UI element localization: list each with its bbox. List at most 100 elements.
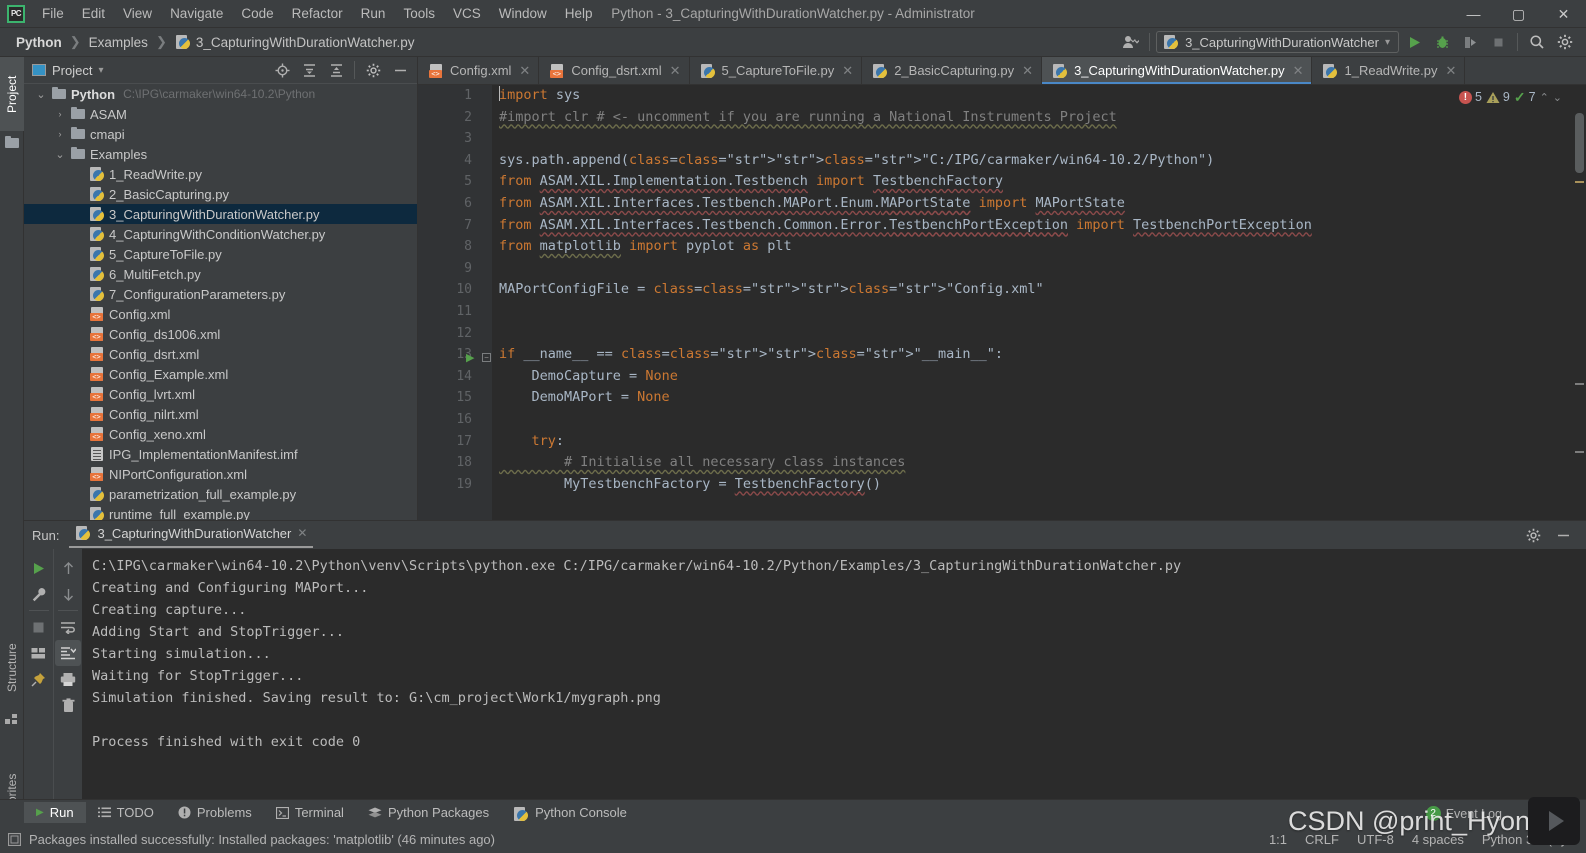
indent-indicator[interactable]: 4 spaces	[1412, 832, 1464, 847]
rerun-button[interactable]	[26, 555, 52, 581]
event-log-indicator[interactable]: 2 Event Log	[1425, 806, 1502, 821]
chevron-down-icon[interactable]: ⌄	[53, 148, 67, 161]
tree-node[interactable]: 1_ReadWrite.py	[24, 164, 417, 184]
code-line[interactable]: if __name__ == class=class="str">"str">c…	[492, 344, 1586, 366]
code-editor[interactable]: 12345678910111213141516171819 ▶ − − impo…	[418, 85, 1586, 520]
tree-node[interactable]: Config_lvrt.xml	[24, 384, 417, 404]
close-icon[interactable]: ✕	[1022, 63, 1033, 79]
debug-button[interactable]	[1429, 30, 1455, 54]
bottom-tab-problems[interactable]: Problems	[166, 802, 264, 823]
editor-tab[interactable]: 3_CapturingWithDurationWatcher.py ✕	[1042, 57, 1313, 84]
next-problem-icon[interactable]: ⌄	[1553, 91, 1562, 104]
project-tree[interactable]: ⌄ Python C:\IPG\carmaker\win64-10.2\Python…	[24, 84, 417, 520]
code-line[interactable]: MAPortConfigFile = class=class="str">"st…	[492, 279, 1586, 301]
tree-node[interactable]: 4_CapturingWithConditionWatcher.py	[24, 224, 417, 244]
code-line[interactable]: MyTestbenchFactory = TestbenchFactory()	[492, 474, 1586, 496]
close-icon[interactable]: ✕	[670, 63, 681, 79]
tree-node[interactable]: › cmapi	[24, 124, 417, 144]
tree-node[interactable]: NIPortConfiguration.xml	[24, 464, 417, 484]
status-message[interactable]: Packages installed successfully: Install…	[29, 832, 495, 847]
run-line-marker-icon[interactable]: ▶	[466, 351, 476, 364]
chevron-right-icon[interactable]: ›	[53, 129, 67, 139]
error-stripe-marker[interactable]	[1575, 181, 1584, 183]
expand-all-icon[interactable]	[296, 58, 322, 82]
minimize-button[interactable]: —	[1451, 0, 1496, 28]
editor-tab[interactable]: 5_CaptureToFile.py ✕	[690, 57, 863, 84]
menu-item-navigate[interactable]: Navigate	[161, 3, 232, 24]
breadcrumb-item-file[interactable]: 3_CapturingWithDurationWatcher.py	[171, 32, 419, 52]
close-icon[interactable]: ✕	[297, 526, 307, 540]
error-stripe-marker[interactable]	[1575, 383, 1584, 385]
code-line[interactable]: sys.path.append(class=class="str">"str">…	[492, 150, 1586, 172]
tree-node[interactable]: 7_ConfigurationParameters.py	[24, 284, 417, 304]
breadcrumb-item-examples[interactable]: Examples	[85, 33, 152, 52]
menu-item-code[interactable]: Code	[232, 3, 282, 24]
editor-tab[interactable]: 1_ReadWrite.py ✕	[1312, 57, 1466, 84]
code-line[interactable]: #import clr # <- uncomment if you are ru…	[492, 107, 1586, 129]
collapse-all-icon[interactable]	[323, 58, 349, 82]
gear-icon[interactable]	[1520, 523, 1546, 547]
soft-wrap-icon[interactable]	[55, 614, 81, 640]
tree-node[interactable]: IPG_ImplementationManifest.imf	[24, 444, 417, 464]
gear-icon[interactable]	[1552, 30, 1578, 54]
editor-tab[interactable]: Config_dsrt.xml ✕	[539, 57, 690, 84]
editor-tab-bar[interactable]: Config.xml✕Config_dsrt.xml✕5_CaptureToFi…	[418, 57, 1586, 85]
code-line[interactable]: from ASAM.XIL.Implementation.Testbench i…	[492, 171, 1586, 193]
menu-item-file[interactable]: File	[33, 3, 73, 24]
close-icon[interactable]: ✕	[1445, 63, 1456, 79]
tree-node[interactable]: 3_CapturingWithDurationWatcher.py	[24, 204, 417, 224]
run-console-output[interactable]: C:\IPG\carmaker\win64-10.2\Python\venv\S…	[82, 549, 1586, 799]
tree-node[interactable]: 6_MultiFetch.py	[24, 264, 417, 284]
line-separator-indicator[interactable]: CRLF	[1305, 832, 1339, 847]
encoding-indicator[interactable]: UTF-8	[1357, 832, 1394, 847]
layout-icon[interactable]	[26, 640, 52, 666]
search-icon[interactable]	[1524, 30, 1550, 54]
previous-problem-icon[interactable]: ⌃	[1540, 91, 1549, 104]
tree-node[interactable]: Config_xeno.xml	[24, 424, 417, 444]
code-line[interactable]: from matplotlib import pyplot as plt	[492, 236, 1586, 258]
close-icon[interactable]: ✕	[842, 63, 853, 79]
editor-tab[interactable]: Config.xml ✕	[418, 57, 540, 84]
hide-panel-icon[interactable]	[1550, 523, 1576, 547]
chevron-right-icon[interactable]: ›	[53, 109, 67, 119]
tree-node[interactable]: runtime_full_example.py	[24, 504, 417, 520]
inspection-widget[interactable]: ! 5 9 ✓ 7 ⌃ ⌄	[1453, 85, 1568, 109]
chevron-down-icon[interactable]: ⌄	[34, 88, 48, 101]
tree-node[interactable]: Config_dsrt.xml	[24, 344, 417, 364]
tree-node[interactable]: Config_Example.xml	[24, 364, 417, 384]
tree-node[interactable]: Config_nilrt.xml	[24, 404, 417, 424]
error-count[interactable]: ! 5	[1458, 90, 1482, 104]
run-configuration-selector[interactable]: 3_CapturingWithDurationWatcher ▾	[1156, 31, 1399, 53]
bottom-tab-todo[interactable]: TODO	[86, 802, 166, 823]
run-with-coverage-button[interactable]	[1457, 30, 1483, 54]
menu-item-window[interactable]: Window	[490, 3, 556, 24]
hide-panel-icon[interactable]	[387, 58, 413, 82]
wrench-icon[interactable]	[26, 581, 52, 607]
breadcrumb-item-python[interactable]: Python	[12, 33, 66, 52]
bottom-tab-run[interactable]: ▶ Run	[24, 802, 86, 823]
scroll-to-end-icon[interactable]	[55, 640, 81, 666]
stop-button[interactable]	[1485, 30, 1511, 54]
close-icon[interactable]: ✕	[1293, 63, 1304, 79]
typo-count[interactable]: ✓ 7	[1514, 89, 1536, 106]
tree-node[interactable]: ⌄ Examples	[24, 144, 417, 164]
gear-icon[interactable]	[360, 58, 386, 82]
tree-node[interactable]: 5_CaptureToFile.py	[24, 244, 417, 264]
error-stripe-marker[interactable]	[1575, 451, 1584, 453]
menu-item-help[interactable]: Help	[556, 3, 602, 24]
run-button[interactable]	[1401, 30, 1427, 54]
project-panel-title[interactable]: Project ▾	[32, 63, 104, 78]
bottom-tab-terminal[interactable]: Terminal	[264, 802, 356, 823]
code-line[interactable]: from ASAM.XIL.Interfaces.Testbench.MAPor…	[492, 193, 1586, 215]
code-line[interactable]	[492, 301, 1586, 323]
down-arrow-icon[interactable]	[55, 581, 81, 607]
tree-node[interactable]: Config.xml	[24, 304, 417, 324]
menu-item-view[interactable]: View	[114, 3, 161, 24]
code-line[interactable]	[492, 409, 1586, 431]
tree-node[interactable]: parametrization_full_example.py	[24, 484, 417, 504]
editor-tab[interactable]: 2_BasicCapturing.py ✕	[862, 57, 1043, 84]
tree-node[interactable]: Config_ds1006.xml	[24, 324, 417, 344]
code-line[interactable]	[492, 323, 1586, 345]
menu-item-run[interactable]: Run	[352, 3, 395, 24]
fold-marker-if[interactable]: −	[482, 353, 491, 362]
